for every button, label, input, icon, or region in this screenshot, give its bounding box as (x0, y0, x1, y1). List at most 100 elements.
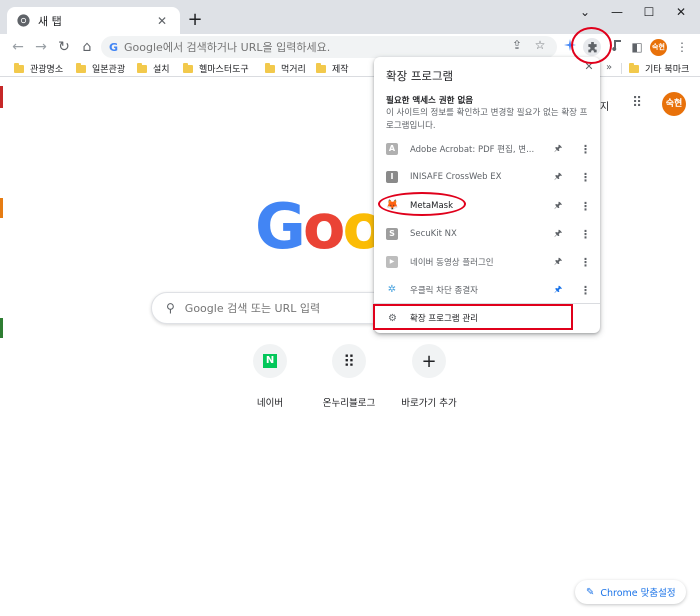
video-player-icon: ▶ (386, 256, 398, 268)
folder-icon (629, 62, 639, 73)
folder-icon (316, 62, 326, 73)
bookmark-folder[interactable]: 먹거리 (265, 62, 306, 75)
tab-search-icon[interactable]: ⌄ (570, 3, 600, 21)
pin-icon[interactable]: 🖈 (552, 226, 564, 242)
folder-icon (265, 62, 275, 73)
bookmark-label: 설치 (153, 65, 170, 75)
annotation-oval (378, 192, 466, 216)
pin-icon[interactable]: 🖈 (552, 198, 564, 214)
logo-letter: o (302, 190, 346, 263)
extension-item-naver-video[interactable]: ▶ 네이버 동영상 플러그인 🖈 ⋮ (374, 248, 600, 276)
more-options-icon[interactable]: ⋮ (580, 256, 591, 269)
naver-icon: N (263, 354, 277, 368)
extension-name: 네이버 동영상 플러그인 (410, 258, 494, 268)
new-tab-button[interactable]: + (185, 10, 205, 30)
section-heading: 필요한 액세스 권한 없음 (386, 96, 474, 106)
folder-icon (76, 62, 86, 73)
folder-icon (137, 62, 147, 73)
bookmark-label: 제작 (332, 65, 349, 75)
window-edge-decoration (0, 86, 3, 108)
pencil-icon: ✎ (586, 586, 595, 598)
extension-item-adobe-acrobat[interactable]: A Adobe Acrobat: PDF 편집, 변... 🖈 ⋮ (374, 135, 600, 163)
pin-icon[interactable]: 🖈 (552, 254, 564, 270)
omnibox[interactable]: G (101, 36, 557, 58)
google-g-icon: G (109, 40, 119, 54)
share-icon[interactable]: ⇪ (509, 38, 525, 52)
shortcut-tile: N (253, 344, 287, 378)
chrome-menu-icon[interactable]: ⋮ (673, 38, 691, 56)
reload-button[interactable]: ↻ (54, 37, 74, 57)
bookmark-folder[interactable]: 일본관광 (76, 62, 125, 75)
window-edge-decoration (0, 198, 3, 218)
pinned-icon[interactable]: 🖈 (552, 282, 564, 298)
address-input[interactable] (124, 40, 505, 54)
folder-icon (183, 62, 193, 73)
other-bookmarks-label: 기타 북마크 (645, 65, 690, 75)
plus-icon: + (421, 350, 437, 372)
pin-icon[interactable]: 🖈 (552, 141, 564, 157)
window-edge-decoration (0, 318, 3, 338)
section-description: 이 사이트의 정보를 확인하고 변경할 필요가 없는 확장 프로그램입니다. (386, 108, 588, 131)
tab-title: 새 탭 (38, 14, 62, 28)
add-shortcut-button[interactable]: + 바로가기 추가 (389, 344, 469, 409)
tab-close-icon[interactable]: ✕ (154, 14, 170, 28)
inisafe-icon: I (386, 171, 398, 183)
bookmark-folder[interactable]: 관광명소 (14, 62, 63, 75)
window-close-button[interactable]: ✕ (666, 3, 696, 21)
home-button[interactable]: ⌂ (77, 37, 97, 57)
extension-item-right-click-unblocker[interactable]: ✲ 우클릭 차단 종결자 🖈 ⋮ (374, 276, 600, 304)
extension-name: Adobe Acrobat: PDF 편집, 변... (410, 145, 535, 155)
pin-icon[interactable]: 🖈 (552, 169, 564, 185)
customize-label: Chrome 맞춤설정 (600, 588, 676, 599)
bookmark-label: 관광명소 (30, 65, 64, 75)
bookmark-label: 먹거리 (281, 65, 306, 75)
side-panel-icon[interactable]: ◧ (628, 38, 646, 56)
extension-item-secukit[interactable]: S SecuKit NX 🖈 ⋮ (374, 220, 600, 248)
more-options-icon[interactable]: ⋮ (580, 171, 591, 184)
customize-chrome-button[interactable]: ✎ Chrome 맞춤설정 (575, 580, 686, 604)
chrome-icon (17, 14, 30, 27)
shortcut-tile: + (412, 344, 446, 378)
tab-new-tab[interactable]: 새 탭 ✕ (7, 7, 180, 34)
search-icon: ⚲ (166, 301, 175, 315)
shortcut-label: 네이버 (256, 398, 284, 409)
back-button[interactable]: ← (8, 37, 28, 57)
more-options-icon[interactable]: ⋮ (580, 200, 591, 213)
logo-letter: G (255, 190, 306, 263)
account-avatar[interactable]: 숙현 (662, 92, 686, 116)
more-options-icon[interactable]: ⋮ (580, 143, 591, 156)
bookmark-folder[interactable]: 헬마스터도구 (183, 62, 249, 75)
gmail-link-partial[interactable]: 지 (600, 98, 609, 113)
extensions-menu-title: 확장 프로그램 (386, 69, 454, 83)
forward-button[interactable]: → (31, 37, 51, 57)
shortcut-onnuri-blog[interactable]: ⠿ 온누리블로그 (309, 344, 389, 409)
dots-icon: ⠿ (343, 351, 355, 371)
extension-name: 우클릭 차단 종결자 (410, 286, 478, 296)
folder-icon (14, 62, 24, 73)
bookmarks-overflow-button[interactable]: » (606, 62, 612, 73)
secukit-icon: S (386, 228, 398, 240)
adobe-acrobat-icon: A (386, 143, 398, 155)
profile-button[interactable]: 숙현 (650, 39, 667, 56)
other-bookmarks-folder[interactable]: 기타 북마크 (629, 62, 689, 75)
bookmark-star-icon[interactable]: ☆ (532, 38, 548, 52)
bookmark-separator (621, 63, 622, 74)
shortcut-label: 온누리블로그 (322, 398, 376, 409)
google-apps-icon[interactable]: ⠿ (632, 96, 646, 110)
bookmark-folder[interactable]: 제작 (316, 62, 349, 75)
annotation-rectangle (373, 304, 573, 330)
bookmark-folder[interactable]: 설치 (137, 62, 170, 75)
shortcut-naver[interactable]: N 네이버 (230, 344, 310, 409)
shortcut-tile: ⠿ (332, 344, 366, 378)
maximize-button[interactable]: ☐ (634, 3, 664, 21)
extension-name: INISAFE CrossWeb EX (410, 172, 502, 182)
bookmark-label: 헬마스터도구 (199, 65, 249, 75)
extension-name: SecuKit NX (410, 229, 457, 239)
more-options-icon[interactable]: ⋮ (580, 228, 591, 241)
more-options-icon[interactable]: ⋮ (580, 284, 591, 297)
shortcut-label: 바로가기 추가 (401, 398, 457, 409)
extension-item-inisafe[interactable]: I INISAFE CrossWeb EX 🖈 ⋮ (374, 163, 600, 191)
minimize-button[interactable]: — (602, 3, 632, 21)
bookmark-label: 일본관광 (92, 65, 126, 75)
annotation-circle (571, 27, 612, 64)
